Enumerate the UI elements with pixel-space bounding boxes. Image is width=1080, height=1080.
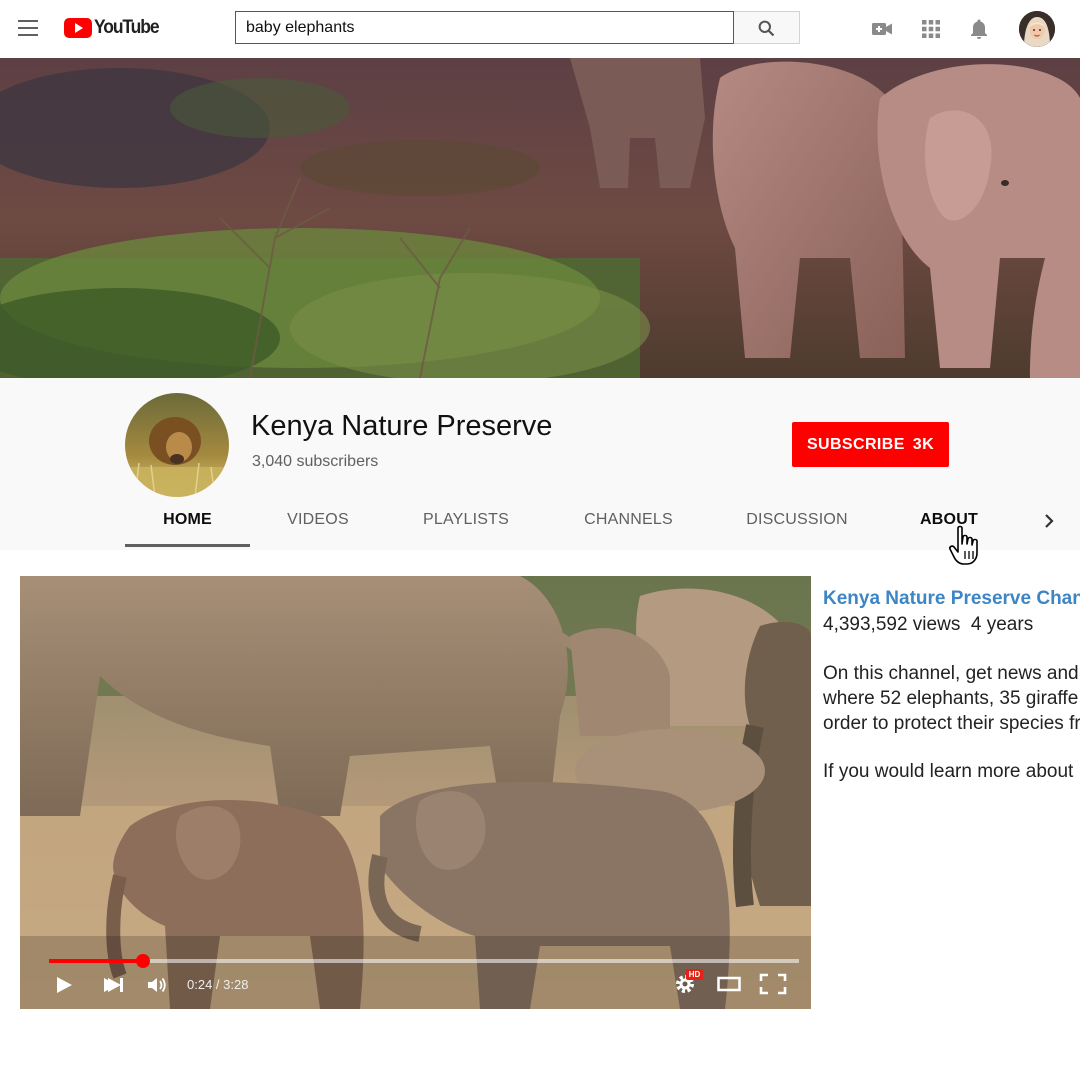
video-camera-plus-icon[interactable]: [870, 17, 894, 41]
apps-grid-icon[interactable]: [919, 17, 943, 41]
video-player[interactable]: 0:24 / 3:28 HD: [20, 576, 811, 1009]
description-line: order to protect their species fr: [823, 713, 1080, 734]
channel-header: Kenya Nature Preserve 3,040 subscribers …: [0, 378, 1080, 550]
upload-age: 4 years: [970, 614, 1034, 635]
next-video-icon[interactable]: [102, 976, 128, 994]
subscribe-label: SUBSCRIBE: [806, 435, 905, 453]
time-display: 0:24 / 3:28: [187, 977, 249, 992]
tab-videos[interactable]: VIDEOS: [275, 496, 361, 548]
channel-name: Kenya Nature Preserve: [251, 410, 553, 442]
logo-text: YouTube: [94, 17, 160, 38]
tab-discussion[interactable]: DISCUSSION: [742, 496, 852, 548]
subscriber-count: 3,040 subscribers: [252, 453, 379, 470]
progress-bar[interactable]: [49, 954, 799, 968]
featured-video-meta: 4,393,592 views 4 years: [823, 614, 1080, 636]
description-line: On this channel, get news and: [823, 663, 1079, 684]
fullscreen-icon[interactable]: [759, 973, 787, 995]
progress-scrubber-handle[interactable]: [135, 954, 150, 968]
tab-home[interactable]: HOME: [125, 496, 250, 548]
hd-badge: HD: [686, 969, 703, 980]
tab-playlists[interactable]: PLAYLISTS: [416, 496, 516, 548]
volume-icon[interactable]: [146, 976, 170, 994]
top-bar: YouTube: [0, 0, 1080, 58]
subscribe-count: 3K: [912, 435, 935, 453]
bell-icon[interactable]: [967, 17, 991, 41]
description-line: where 52 elephants, 35 giraffe: [823, 688, 1079, 709]
chevron-right-icon[interactable]: [1038, 510, 1060, 532]
view-count: 4,393,592 views: [823, 614, 961, 635]
featured-video-description: On this channel, get news and where 52 e…: [823, 661, 1080, 736]
featured-video-info: Kenya Nature Preserve Channel 4,393,592 …: [823, 588, 1080, 783]
tab-channels[interactable]: CHANNELS: [577, 496, 680, 548]
search-input[interactable]: [235, 11, 734, 44]
user-avatar[interactable]: [1019, 11, 1055, 47]
search-icon: [758, 20, 775, 37]
theater-mode-icon[interactable]: [717, 976, 741, 993]
featured-video-title[interactable]: Kenya Nature Preserve Channel: [823, 588, 1080, 610]
youtube-logo[interactable]: YouTube: [64, 16, 164, 40]
play-icon[interactable]: [54, 975, 74, 995]
channel-avatar[interactable]: [125, 393, 229, 497]
progress-bar-played: [49, 959, 143, 963]
active-tab-indicator: [125, 544, 250, 547]
channel-banner-image: [0, 58, 1080, 378]
description-more: If you would learn more about: [823, 761, 1074, 782]
hamburger-menu-icon[interactable]: [18, 20, 38, 36]
subscribe-button[interactable]: SUBSCRIBE 3K: [792, 422, 949, 467]
youtube-play-icon: [64, 18, 92, 38]
channel-tabs: HOME VIDEOS PLAYLISTS CHANNELS DISCUSSIO…: [0, 496, 1080, 550]
video-frame-image: [20, 576, 811, 1009]
hand-pointer-cursor-icon: [949, 525, 978, 565]
search-button[interactable]: [734, 11, 800, 44]
